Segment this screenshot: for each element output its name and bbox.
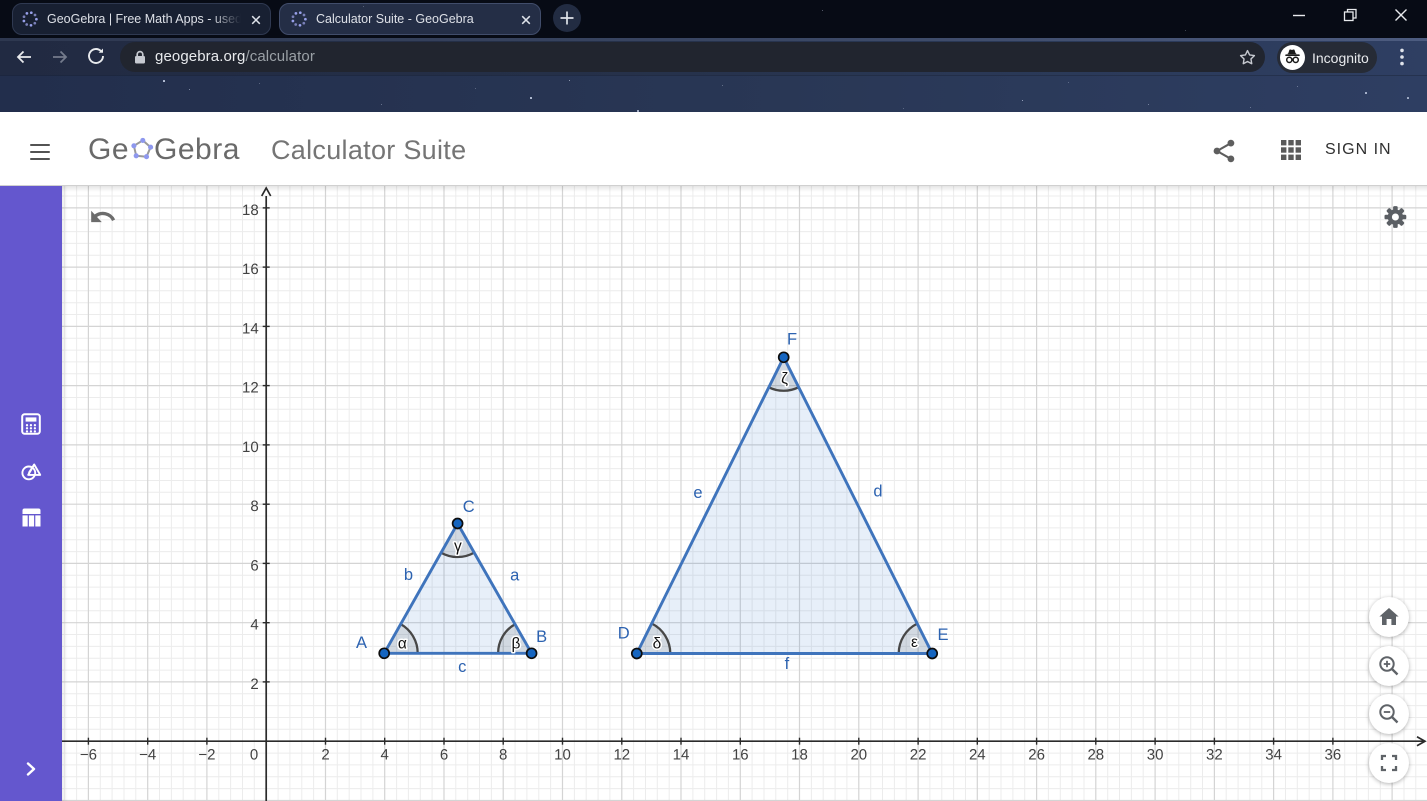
svg-text:12: 12: [242, 380, 259, 397]
svg-text:a: a: [510, 566, 520, 584]
svg-text:C: C: [463, 498, 475, 516]
svg-text:α: α: [398, 636, 407, 653]
svg-text:18: 18: [791, 747, 808, 764]
svg-text:A: A: [356, 634, 367, 652]
svg-text:14: 14: [673, 747, 690, 764]
svg-text:36: 36: [1325, 747, 1342, 764]
svg-text:6: 6: [250, 557, 258, 574]
svg-text:c: c: [458, 658, 466, 676]
svg-text:−4: −4: [139, 747, 156, 764]
svg-text:ζ: ζ: [781, 371, 788, 388]
svg-text:10: 10: [554, 747, 571, 764]
svg-text:28: 28: [1087, 747, 1104, 764]
svg-text:e: e: [693, 484, 702, 502]
svg-text:F: F: [787, 331, 797, 349]
svg-text:−2: −2: [198, 747, 215, 764]
svg-text:β: β: [511, 636, 520, 653]
svg-text:b: b: [404, 566, 413, 584]
svg-text:ε: ε: [911, 634, 918, 651]
svg-text:22: 22: [910, 747, 927, 764]
svg-text:E: E: [937, 626, 948, 644]
svg-text:24: 24: [969, 747, 986, 764]
svg-text:6: 6: [440, 747, 448, 764]
svg-text:34: 34: [1265, 747, 1282, 764]
svg-text:4: 4: [381, 747, 389, 764]
svg-text:12: 12: [613, 747, 630, 764]
svg-text:30: 30: [1147, 747, 1164, 764]
svg-text:20: 20: [850, 747, 867, 764]
svg-text:8: 8: [250, 498, 258, 515]
svg-text:δ: δ: [653, 636, 662, 653]
svg-text:32: 32: [1206, 747, 1223, 764]
svg-text:2: 2: [321, 747, 329, 764]
svg-text:γ: γ: [454, 538, 462, 555]
svg-text:0: 0: [250, 747, 258, 764]
svg-text:d: d: [873, 483, 882, 501]
svg-text:4: 4: [250, 617, 258, 634]
svg-text:14: 14: [242, 320, 259, 337]
svg-text:−6: −6: [80, 747, 97, 764]
svg-text:16: 16: [242, 261, 259, 278]
svg-text:2: 2: [250, 676, 258, 693]
svg-text:B: B: [536, 628, 547, 646]
svg-text:8: 8: [499, 747, 507, 764]
svg-text:f: f: [785, 655, 790, 673]
svg-text:D: D: [618, 625, 630, 643]
svg-text:16: 16: [732, 747, 749, 764]
svg-text:10: 10: [242, 439, 259, 456]
svg-text:26: 26: [1028, 747, 1045, 764]
svg-text:18: 18: [242, 202, 259, 219]
